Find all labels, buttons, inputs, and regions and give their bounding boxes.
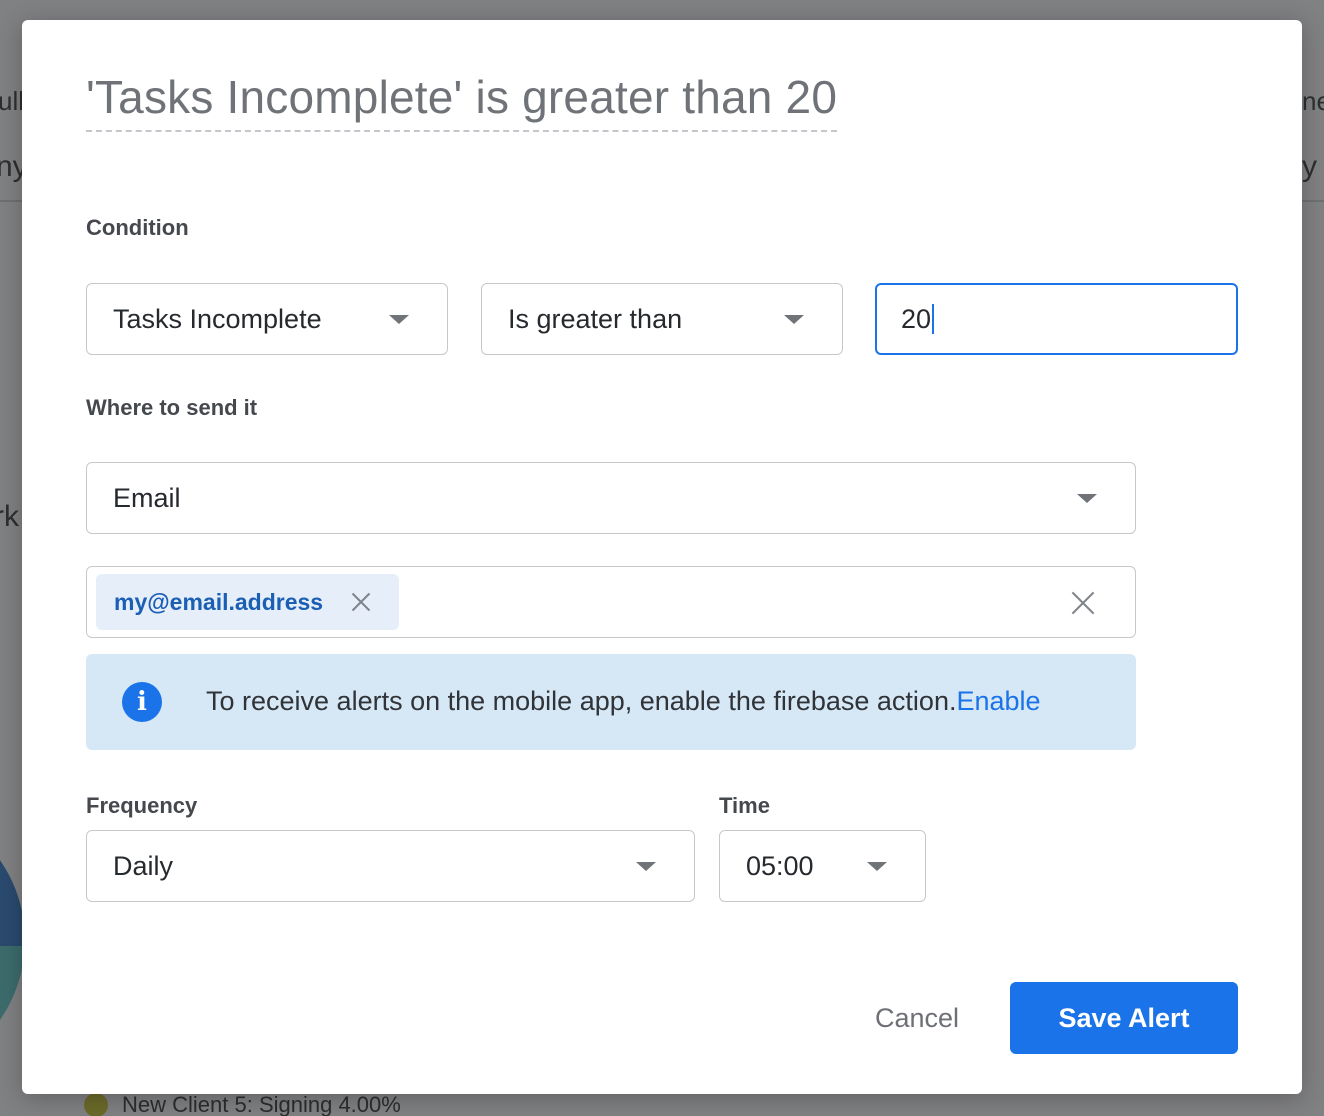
mobile-app-notice: i To receive alerts on the mobile app, e… [86,654,1136,750]
alert-title[interactable]: 'Tasks Incomplete' is greater than 20 [86,70,838,132]
background-legend-item: New Client 5: Signing 4.00% [84,1092,401,1116]
text-cursor [932,304,935,334]
info-icon: i [122,682,162,722]
destination-label: Where to send it [86,395,258,420]
threshold-input-value: 20 [901,303,932,334]
alert-dialog: 'Tasks Incomplete' is greater than 20 Co… [22,20,1302,1094]
cancel-button[interactable]: Cancel [860,982,974,1054]
operator-select-value: Is greater than [508,303,683,334]
time-select[interactable]: 05:00 [719,830,926,902]
channel-select-value: Email [113,482,181,513]
background-text: ull [0,86,25,116]
recipient-chip-label: my@email.address [114,588,324,615]
chevron-down-icon [1077,494,1097,503]
notice-message: To receive alerts on the mobile app, ena… [206,686,957,716]
clear-all-icon[interactable] [1071,591,1095,615]
background-divider [0,200,22,202]
threshold-input[interactable]: 20 [875,283,1238,355]
notice-text: To receive alerts on the mobile app, ena… [206,686,1041,717]
operator-select[interactable]: Is greater than [481,283,843,355]
chevron-down-icon [389,315,409,324]
background-text: y [1302,150,1317,183]
frequency-select[interactable]: Daily [86,830,695,902]
save-alert-button[interactable]: Save Alert [1010,982,1238,1054]
channel-select[interactable]: Email [86,462,1136,534]
chevron-down-icon [867,862,887,871]
frequency-label: Frequency [86,793,198,818]
background-legend-label: New Client 5: Signing 4.00% [122,1092,401,1116]
close-icon[interactable] [351,592,371,612]
enable-link[interactable]: Enable [956,686,1040,716]
background-divider [1302,200,1324,202]
background-text: ne [1302,86,1324,116]
legend-dot-icon [84,1093,108,1116]
recipient-chip: my@email.address [96,574,400,630]
metric-select[interactable]: Tasks Incomplete [86,283,448,355]
time-label: Time [719,793,770,818]
metric-select-value: Tasks Incomplete [113,303,322,334]
frequency-select-value: Daily [113,850,174,881]
recipients-input[interactable]: my@email.address [86,566,1136,638]
condition-label: Condition [86,215,189,240]
background-text: rk [0,500,19,533]
chevron-down-icon [784,315,804,324]
chevron-down-icon [636,862,656,871]
time-select-value: 05:00 [746,850,814,881]
